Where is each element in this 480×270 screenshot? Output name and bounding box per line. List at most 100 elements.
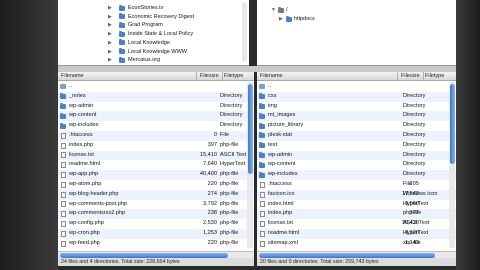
file-name: wp-blog-header.php [69,190,119,197]
remote-list-vertical-scrollbar[interactable] [449,82,455,248]
expand-triangle-icon[interactable]: ▶ [108,13,112,21]
file-row[interactable]: .. [58,82,254,92]
file-name: index.html [268,200,294,207]
file-row[interactable]: readme.html 9,120 HyperText [257,228,456,239]
local-list-horizontal-scrollbar[interactable] [58,251,254,258]
file-name: css [268,92,277,99]
local-tree-scrollbar[interactable] [242,2,247,62]
local-list-header: Filename Filesize Filetype [58,72,254,81]
column-filesize[interactable]: Filesize [401,72,420,81]
column-filetype[interactable]: Filetype [224,72,243,81]
file-icon [60,191,66,198]
folder-icon [119,30,125,37]
file-type: php-file [403,210,422,217]
column-filesize[interactable]: Filesize [200,72,219,81]
file-row[interactable]: wp-includes Directory [58,121,254,131]
local-list-vertical-scrollbar[interactable] [247,82,253,248]
local-file-list[interactable]: Filename Filesize Filetype .. _notes Direc… [58,72,254,258]
folder-icon [286,15,292,22]
file-row[interactable]: wp-feed.php 220 php-file [58,239,254,249]
file-name: license.txt [69,151,94,158]
expand-triangle-icon[interactable]: ▶ [108,4,112,12]
file-row[interactable]: index.php 397 php-file [58,141,254,151]
local-tree-label: Local Knowledge WWW [128,48,187,55]
file-row[interactable]: wp-admin Directory [257,150,456,161]
expand-triangle-icon[interactable]: ▶ [108,21,112,29]
expand-triangle-icon[interactable]: ▶ [108,30,112,38]
file-type: File [220,131,230,138]
local-directory-tree[interactable]: ▶ EconStories.tv ▶ Economic Recovery Digest… [58,0,249,66]
window-shadow-left [0,0,58,270]
file-name: wp-commentsrss2.php [69,210,126,217]
file-row[interactable]: wp-cron.php 1,253 php-file [58,228,254,239]
column-filetype[interactable]: Filetype [425,72,444,81]
file-name: index.php [69,141,94,148]
file-row[interactable]: wp-atom.php 220 php-file [58,180,254,190]
file-row[interactable]: _notes Directory [58,91,254,102]
file-row[interactable]: wp-app.php 40,400 php-file [58,170,254,180]
file-row[interactable]: wp-commentsrss2.php 238 php-file [58,209,254,220]
file-row[interactable]: picture_library Directory [257,121,456,131]
file-name: wp-content [268,161,296,168]
file-row[interactable]: sitemap.xml 1,143 xml-file [257,239,456,249]
expand-triangle-icon[interactable]: ▶ [279,15,283,23]
file-row[interactable]: mt_images Directory [257,111,456,122]
file-row[interactable]: css Directory [257,91,456,102]
file-row[interactable]: wp-includes Directory [257,170,456,180]
file-row[interactable]: index.html 9,060 HyperText [257,200,456,210]
file-row[interactable]: img Directory [257,102,456,112]
expand-triangle-icon[interactable]: ▶ [108,39,112,47]
remote-directory-tree[interactable]: ▼ / ▶ httpdocs [257,0,456,66]
file-row[interactable]: license.txt 15,410 ASCII Text [257,219,456,229]
remote-file-list[interactable]: Filename Filesize Filetype .. css Director… [257,72,456,258]
file-name: readme.html [69,161,101,168]
folder-icon [259,132,265,139]
expand-triangle-icon[interactable]: ▶ [108,56,112,64]
file-row[interactable]: plesk-stat Directory [257,130,456,141]
column-filename[interactable]: Filename [260,72,283,81]
folder-icon [119,48,125,54]
file-row[interactable]: wp-content Directory [257,160,456,170]
file-size: 3,792 [203,200,217,207]
file-row[interactable]: readme.html 7,640 HyperText [58,160,254,170]
file-row[interactable]: test Directory [257,141,456,151]
filezilla-window: ▶ EconStories.tv ▶ Economic Recovery Digest… [0,0,480,270]
scroll-thumb[interactable] [259,253,435,258]
file-row[interactable]: wp-comments-post.php 3,792 php-file [58,200,254,210]
file-size: 274 [207,190,217,197]
file-name: wp-atom.php [69,180,102,187]
file-name: readme.html [268,229,300,236]
file-name: mt_images [268,112,296,119]
file-name: wp-includes [69,122,99,129]
collapse-triangle-icon[interactable]: ▼ [271,6,276,14]
file-row[interactable]: .. [257,82,456,92]
file-row[interactable]: wp-blog-header.php 274 php-file [58,189,254,200]
remote-list-horizontal-scrollbar[interactable] [257,251,456,258]
file-row[interactable]: index.php 397 php-file [257,209,456,220]
scroll-thumb[interactable] [247,84,253,174]
file-icon [259,191,265,198]
file-row[interactable]: wp-admin Directory [58,102,254,112]
file-type: Directory [403,131,426,138]
file-name: img [268,102,278,109]
scroll-thumb[interactable] [449,84,455,164]
file-row[interactable]: wp-config.php 2,530 php-file [58,219,254,229]
file-type: Directory [403,171,426,178]
file-type: Directory [220,122,243,129]
file-type: Directory [403,141,426,148]
file-size: 2,530 [203,220,217,227]
file-icon [259,240,265,247]
folder-icon [259,171,265,178]
folder-icon [259,142,265,149]
file-row[interactable]: .htaccess 205 File [257,180,456,190]
file-row[interactable]: license.txt 15,410 ASCII Text [58,150,254,161]
expand-triangle-icon[interactable]: ▶ [108,48,112,56]
file-icon [60,211,66,218]
file-row[interactable]: .htaccess 0 File [58,130,254,141]
file-row[interactable]: wp-content Directory [58,111,254,122]
column-filename[interactable]: Filename [61,72,84,81]
file-name: wp-feed.php [69,239,100,246]
scroll-thumb[interactable] [60,253,228,258]
file-name: wp-comments-post.php [69,200,128,207]
file-row[interactable]: favicon.ico 17,542 Windows icon [257,189,456,200]
